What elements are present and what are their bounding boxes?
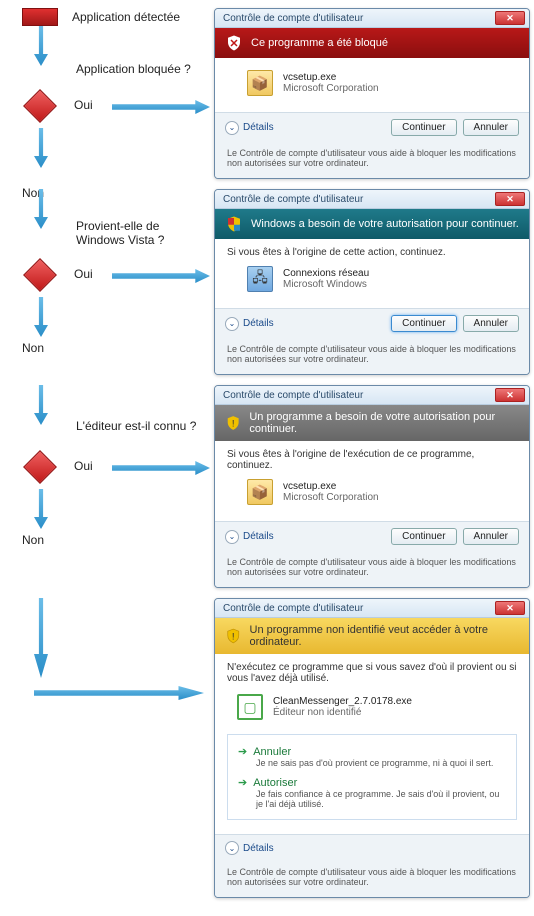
unknown-app-icon: ▢: [237, 694, 263, 720]
options-box: Annuler Je ne sais pas d'où provient ce …: [227, 734, 517, 820]
right-arrow: [112, 461, 210, 475]
chevron-down-icon: ⌄: [225, 530, 239, 544]
window-title: Contrôle de compte d'utilisateur: [223, 390, 363, 401]
option-title: Annuler: [238, 745, 506, 758]
banner: ! Un programme a besoin de votre autoris…: [215, 405, 529, 441]
details-toggle[interactable]: ⌄ Détails: [225, 317, 274, 331]
shield-icon: [225, 215, 243, 233]
option-sub: Je fais confiance à ce programme. Je sai…: [238, 789, 506, 809]
app-publisher: Microsoft Windows: [283, 279, 369, 290]
installer-icon: 📦: [247, 479, 273, 505]
banner: Ce programme a été bloqué: [215, 28, 529, 58]
step3-label: Provient-elle de Windows Vista ?: [76, 219, 206, 247]
network-icon: 🖧: [247, 266, 273, 292]
down-arrow: [34, 385, 48, 425]
app-name: CleanMessenger_2.7.0178.exe: [273, 696, 412, 707]
chevron-down-icon: ⌄: [225, 121, 239, 135]
shield-warning-icon: !: [225, 627, 242, 645]
shield-error-icon: [225, 34, 243, 52]
banner-text: Windows a besoin de votre autorisation p…: [251, 218, 519, 230]
app-name: vcsetup.exe: [283, 72, 379, 83]
uac-dialog-windows: Contrôle de compte d'utilisateur ✕ Windo…: [214, 189, 530, 375]
app-name: Connexions réseau: [283, 268, 369, 279]
app-info: 🖧 Connexions réseau Microsoft Windows: [227, 262, 517, 300]
banner-text: Un programme non identifié veut accéder …: [250, 624, 519, 648]
titlebar: Contrôle de compte d'utilisateur ✕: [215, 599, 529, 618]
chevron-down-icon: ⌄: [225, 841, 239, 855]
app-info: 📦 vcsetup.exe Microsoft Corporation: [227, 475, 517, 513]
right-arrow: [34, 686, 204, 700]
option-allow[interactable]: Autoriser Je fais confiance à ce program…: [238, 772, 506, 813]
footer-text: Le Contrôle de compte d'utilisateur vous…: [215, 551, 529, 587]
app-info: ▢ CleanMessenger_2.7.0178.exe Éditeur no…: [227, 690, 517, 728]
cancel-button[interactable]: Annuler: [463, 528, 519, 545]
down-arrow: [34, 489, 48, 529]
footer-text: Le Contrôle de compte d'utilisateur vous…: [215, 142, 529, 178]
footer-text: Le Contrôle de compte d'utilisateur vous…: [215, 861, 529, 897]
details-toggle[interactable]: ⌄ Détails: [225, 530, 274, 544]
step2-label: Application bloquée ?: [76, 62, 191, 76]
down-arrow: [34, 189, 48, 229]
svg-text:!: !: [232, 418, 235, 429]
uac-dialog-known: Contrôle de compte d'utilisateur ✕ ! Un …: [214, 385, 530, 588]
app-name: vcsetup.exe: [283, 481, 379, 492]
down-arrow: [34, 26, 48, 66]
close-icon[interactable]: ✕: [495, 192, 525, 206]
close-icon[interactable]: ✕: [495, 11, 525, 25]
window-title: Contrôle de compte d'utilisateur: [223, 13, 363, 24]
lead-text: N'exécutez ce programme que si vous save…: [227, 662, 517, 684]
banner-text: Un programme a besoin de votre autorisat…: [249, 411, 519, 435]
step4-label: L'éditeur est-il connu ?: [76, 419, 196, 433]
lead-text: Si vous êtes à l'origine de l'exécution …: [227, 449, 517, 471]
app-publisher: Éditeur non identifié: [273, 707, 412, 718]
footer-text: Le Contrôle de compte d'utilisateur vous…: [215, 338, 529, 374]
option-sub: Je ne sais pas d'où provient ce programm…: [238, 758, 506, 768]
decision-diamond: [23, 89, 57, 123]
continue-button[interactable]: Continuer: [391, 528, 456, 545]
down-arrow: [34, 128, 48, 168]
lead-text: Si vous êtes à l'origine de cette action…: [227, 247, 517, 258]
right-arrow: [112, 100, 210, 114]
continue-button[interactable]: Continuer: [391, 119, 456, 136]
cancel-button[interactable]: Annuler: [463, 119, 519, 136]
chevron-down-icon: ⌄: [225, 317, 239, 331]
yes-label-1: Oui: [74, 98, 93, 112]
close-icon[interactable]: ✕: [495, 601, 525, 615]
details-toggle[interactable]: ⌄ Détails: [225, 841, 274, 855]
decision-diamond: [23, 450, 57, 484]
close-icon[interactable]: ✕: [495, 388, 525, 402]
app-info: 📦 vcsetup.exe Microsoft Corporation: [227, 66, 517, 104]
banner: ! Un programme non identifié veut accéde…: [215, 618, 529, 654]
no-label-3: Non: [22, 533, 44, 547]
cancel-button[interactable]: Annuler: [463, 315, 519, 332]
down-arrow: [34, 598, 48, 678]
down-arrow: [34, 297, 48, 337]
uac-dialog-unknown: Contrôle de compte d'utilisateur ✕ ! Un …: [214, 598, 530, 898]
option-title: Autoriser: [238, 776, 506, 789]
no-label-2: Non: [22, 341, 44, 355]
app-publisher: Microsoft Corporation: [283, 492, 379, 503]
step1-label: Application détectée: [72, 10, 180, 24]
titlebar: Contrôle de compte d'utilisateur ✕: [215, 386, 529, 405]
yes-label-2: Oui: [74, 267, 93, 281]
app-publisher: Microsoft Corporation: [283, 83, 379, 94]
start-rect: [22, 8, 58, 26]
uac-dialog-blocked: Contrôle de compte d'utilisateur ✕ Ce pr…: [214, 8, 530, 179]
banner-text: Ce programme a été bloqué: [251, 37, 388, 49]
window-title: Contrôle de compte d'utilisateur: [223, 603, 363, 614]
decision-diamond: [23, 258, 57, 292]
yes-label-3: Oui: [74, 459, 93, 473]
continue-button[interactable]: Continuer: [391, 315, 456, 332]
titlebar: Contrôle de compte d'utilisateur ✕: [215, 9, 529, 28]
svg-text:!: !: [232, 631, 235, 642]
titlebar: Contrôle de compte d'utilisateur ✕: [215, 190, 529, 209]
details-toggle[interactable]: ⌄ Détails: [225, 121, 274, 135]
option-cancel[interactable]: Annuler Je ne sais pas d'où provient ce …: [238, 741, 506, 772]
banner: Windows a besoin de votre autorisation p…: [215, 209, 529, 239]
window-title: Contrôle de compte d'utilisateur: [223, 194, 363, 205]
installer-icon: 📦: [247, 70, 273, 96]
shield-warning-icon: !: [225, 414, 241, 432]
right-arrow: [112, 269, 210, 283]
